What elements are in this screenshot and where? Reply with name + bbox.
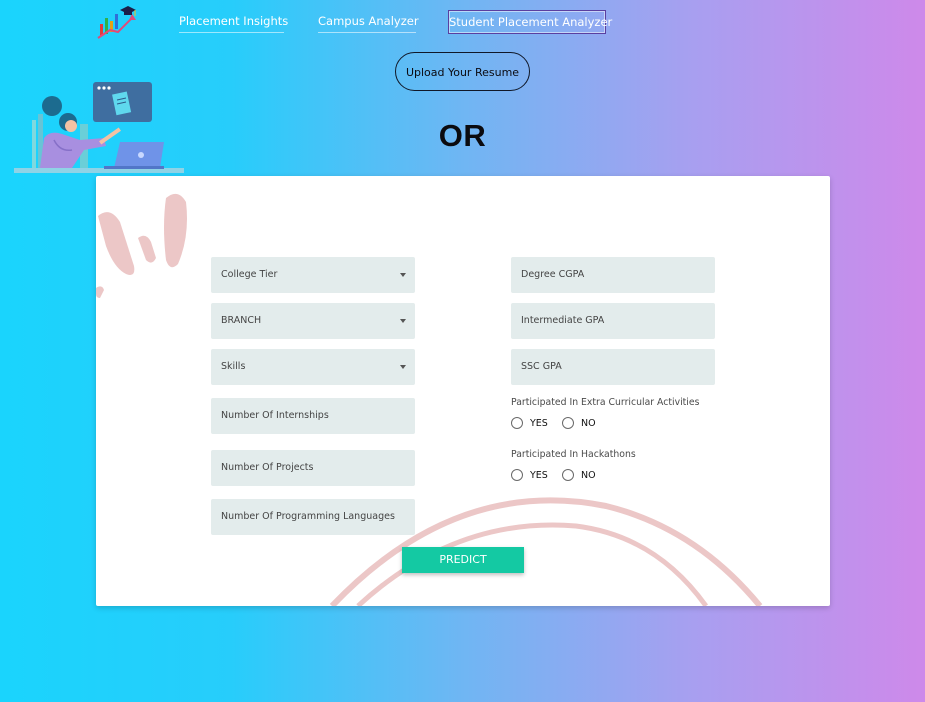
extra-curricular-yes-label[interactable]: YES (530, 417, 548, 430)
skills-label: Skills (221, 361, 246, 372)
internships-input[interactable]: Number Of Internships (211, 398, 415, 434)
chevron-down-icon (400, 319, 406, 323)
top-nav: Placement Insights Campus Analyzer Stude… (0, 10, 925, 36)
branch-label: BRANCH (221, 315, 262, 326)
ssc-gpa-placeholder: SSC GPA (521, 361, 562, 372)
prediction-form-card: College Tier BRANCH Skills Number Of Int… (96, 176, 830, 606)
student-laptop-illustration (14, 82, 184, 173)
predict-button[interactable]: PREDICT (402, 547, 524, 573)
nav-link-student-placement-analyzer[interactable]: Student Placement Analyzer (448, 10, 612, 34)
intermediate-gpa-input[interactable]: Intermediate GPA (511, 303, 715, 339)
projects-input[interactable]: Number Of Projects (211, 450, 415, 486)
extra-curricular-no-radio[interactable] (562, 417, 574, 429)
college-tier-select[interactable]: College Tier (211, 257, 415, 293)
extra-curricular-radio-group: YES NO (511, 417, 631, 433)
degree-cgpa-input[interactable]: Degree CGPA (511, 257, 715, 293)
extra-curricular-question: Participated In Extra Curricular Activit… (511, 397, 700, 408)
intermediate-gpa-placeholder: Intermediate GPA (521, 315, 605, 326)
extra-curricular-no-label[interactable]: NO (581, 417, 596, 430)
internships-placeholder: Number Of Internships (221, 410, 329, 421)
chevron-down-icon (400, 273, 406, 277)
hackathons-no-label[interactable]: NO (581, 469, 596, 482)
degree-cgpa-placeholder: Degree CGPA (521, 269, 585, 280)
hackathons-yes-radio[interactable] (511, 469, 523, 481)
hackathons-no-radio[interactable] (562, 469, 574, 481)
college-tier-label: College Tier (221, 269, 278, 280)
programming-languages-placeholder: Number Of Programming Languages (221, 511, 395, 522)
ssc-gpa-input[interactable]: SSC GPA (511, 349, 715, 385)
chevron-down-icon (400, 365, 406, 369)
programming-languages-input[interactable]: Number Of Programming Languages (211, 499, 415, 535)
decorative-shapes (96, 193, 763, 606)
projects-placeholder: Number Of Projects (221, 462, 314, 473)
nav-link-campus-analyzer[interactable]: Campus Analyzer (318, 10, 419, 33)
nav-link-placement-insights[interactable]: Placement Insights (179, 10, 288, 33)
hackathons-yes-label[interactable]: YES (530, 469, 548, 482)
skills-select[interactable]: Skills (211, 349, 415, 385)
hackathons-question: Participated In Hackathons (511, 449, 636, 460)
upload-resume-button[interactable]: Upload Your Resume (395, 52, 530, 91)
extra-curricular-yes-radio[interactable] (511, 417, 523, 429)
hackathons-radio-group: YES NO (511, 469, 631, 485)
branch-select[interactable]: BRANCH (211, 303, 415, 339)
